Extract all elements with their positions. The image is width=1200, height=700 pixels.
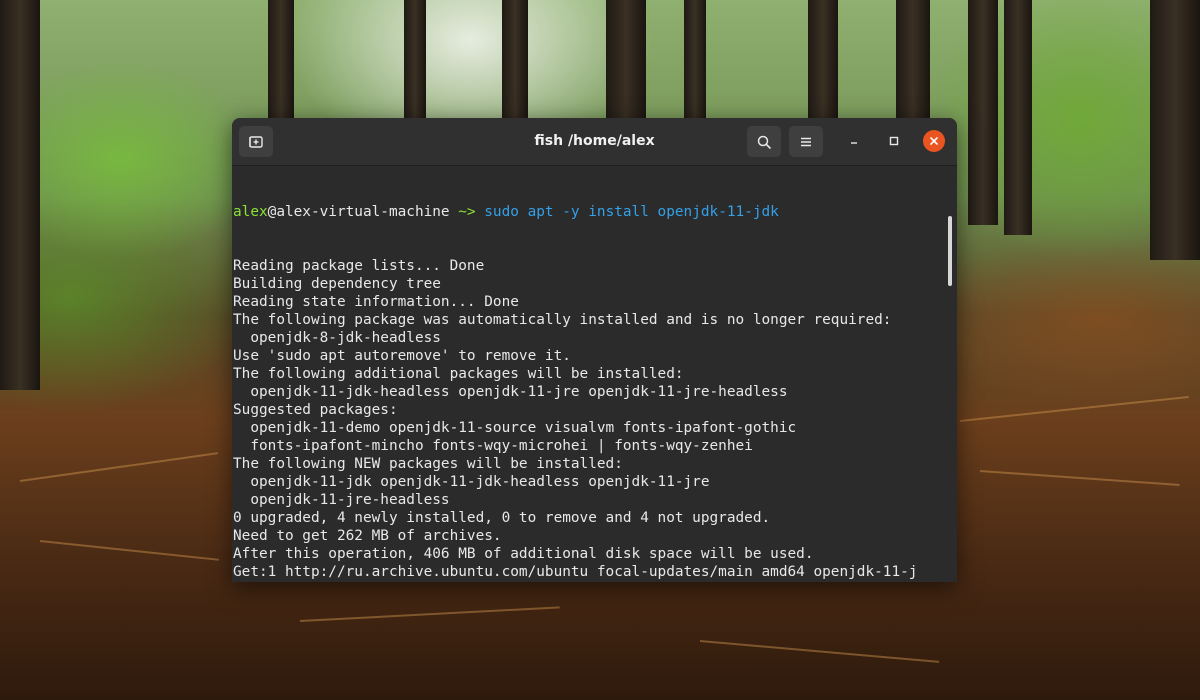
pine-needles: [39, 540, 220, 561]
maximize-icon: [889, 136, 899, 146]
search-button[interactable]: [747, 126, 781, 157]
close-icon: [930, 137, 938, 145]
output-line: openjdk-8-jdk-headless: [233, 330, 441, 346]
prompt-command: sudo apt -y install openjdk-11-jdk: [475, 204, 779, 220]
menu-button[interactable]: [789, 126, 823, 157]
output-line: Use 'sudo apt autoremove' to remove it.: [233, 348, 571, 364]
tree-trunk: [404, 0, 426, 130]
prompt-cwd: ~>: [449, 204, 476, 220]
tree-trunk: [968, 0, 998, 225]
output-line: fonts-ipafont-mincho fonts-wqy-microhei …: [233, 438, 753, 454]
output-line: Need to get 262 MB of archives.: [233, 528, 502, 544]
tree-trunk: [606, 0, 646, 130]
maximize-button[interactable]: [883, 130, 905, 152]
tree-trunk: [808, 0, 838, 130]
new-tab-icon: [249, 135, 263, 148]
tree-trunk: [896, 0, 930, 130]
tree-trunk: [1150, 0, 1200, 260]
output-line: The following package was automatically …: [233, 312, 892, 328]
pine-needles: [959, 395, 1189, 422]
prompt-host: @alex-virtual-machine: [267, 204, 450, 220]
terminal-window: fish /home/alex alex@alex-virtual-machin…: [232, 118, 957, 582]
tree-trunk: [684, 0, 706, 130]
output-line: openjdk-11-jre-headless: [233, 492, 450, 508]
pine-needles: [19, 452, 219, 482]
prompt-line: alex@alex-virtual-machine ~> sudo apt -y…: [233, 203, 917, 221]
pine-needles: [979, 470, 1180, 486]
minimize-button[interactable]: [843, 130, 865, 152]
output-line: Get:1 http://ru.archive.ubuntu.com/ubunt…: [233, 564, 918, 580]
tree-trunk: [0, 0, 40, 390]
pine-needles: [699, 640, 940, 663]
output-lines: Reading package lists... Done Building de…: [233, 257, 917, 582]
new-tab-button[interactable]: [239, 126, 273, 157]
output-line: Suggested packages:: [233, 402, 398, 418]
output-line: After this operation, 406 MB of addition…: [233, 546, 814, 562]
terminal-output: alex@alex-virtual-machine ~> sudo apt -y…: [233, 167, 917, 582]
tree-trunk: [268, 0, 294, 130]
prompt-user: alex: [233, 204, 268, 220]
minimize-icon: [851, 142, 857, 144]
output-line: openjdk-11-jdk-headless openjdk-11-jre o…: [233, 384, 788, 400]
output-line: The following additional packages will b…: [233, 366, 684, 382]
output-line: openjdk-11-jdk openjdk-11-jdk-headless o…: [233, 474, 710, 490]
output-line: Building dependency tree: [233, 276, 441, 292]
output-line: openjdk-11-demo openjdk-11-source visual…: [233, 420, 797, 436]
hamburger-menu-icon: [801, 137, 811, 146]
close-button[interactable]: [923, 130, 945, 152]
output-line: Reading state information... Done: [233, 294, 519, 310]
tree-trunk: [1004, 0, 1032, 235]
scrollbar-thumb[interactable]: [948, 216, 952, 286]
window-titlebar[interactable]: fish /home/alex: [232, 118, 957, 166]
output-line: The following NEW packages will be insta…: [233, 456, 623, 472]
output-line: Reading package lists... Done: [233, 258, 485, 274]
search-icon: [757, 135, 771, 149]
pine-needles: [299, 606, 560, 622]
output-line: re-headless amd64 11.0.11+9-0ubuntu2~20.…: [233, 581, 917, 582]
terminal-content[interactable]: alex@alex-virtual-machine ~> sudo apt -y…: [232, 166, 957, 582]
output-line: 0 upgraded, 4 newly installed, 0 to remo…: [233, 510, 771, 526]
tree-trunk: [502, 0, 528, 130]
